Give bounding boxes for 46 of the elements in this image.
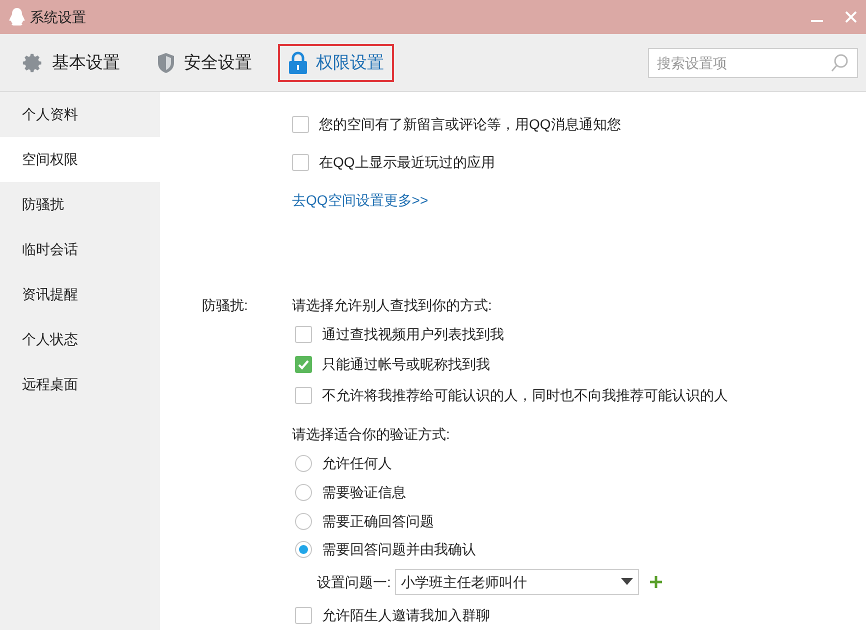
option-label: 只能通过帐号或昵称找到我 bbox=[322, 355, 490, 374]
checkbox[interactable] bbox=[295, 326, 312, 343]
option-label: 需要回答问题并由我确认 bbox=[322, 540, 476, 560]
tab[interactable]: 权限设置 bbox=[278, 44, 394, 82]
question-label: 设置问题一: bbox=[317, 572, 391, 592]
sidebar-item[interactable]: 资讯提醒 bbox=[0, 272, 160, 317]
checkbox[interactable] bbox=[295, 356, 312, 374]
checkbox[interactable] bbox=[295, 606, 312, 624]
section-label: 防骚扰: bbox=[202, 296, 248, 316]
more-settings-link[interactable]: 去QQ空间设置更多>> bbox=[292, 190, 428, 211]
checkbox[interactable] bbox=[292, 116, 309, 134]
option-label: 不允许将我推荐给可能认识的人，同时也不向我推荐可能认识的人 bbox=[322, 386, 728, 406]
sidebar-item[interactable]: 防骚扰 bbox=[0, 182, 160, 227]
penguin-icon bbox=[8, 7, 26, 27]
option-label: 需要正确回答问题 bbox=[322, 512, 434, 531]
radio-button[interactable] bbox=[295, 541, 312, 558]
tab[interactable]: 基本设置 bbox=[12, 44, 130, 82]
checkbox[interactable] bbox=[292, 154, 309, 172]
sidebar-item[interactable]: 空间权限 bbox=[0, 137, 160, 182]
option-label: 需要验证信息 bbox=[322, 482, 406, 502]
caret-icon bbox=[620, 578, 633, 586]
checkbox[interactable] bbox=[295, 387, 312, 404]
close-icon[interactable] bbox=[844, 10, 858, 24]
option-label: 在QQ上显示最近玩过的应用 bbox=[319, 153, 495, 172]
section-heading: 请选择允许别人查找到你的方式: bbox=[292, 296, 492, 316]
section-heading: 请选择适合你的验证方式: bbox=[292, 425, 450, 444]
search-icon bbox=[830, 52, 850, 72]
option-label: 允许陌生人邀请我加入群聊 bbox=[322, 606, 490, 625]
radio-button[interactable] bbox=[295, 454, 312, 472]
lock-icon bbox=[288, 50, 308, 74]
option-label: 您的空间有了新留言或评论等，用QQ消息通知您 bbox=[319, 115, 621, 134]
add-icon[interactable] bbox=[648, 575, 663, 590]
gear-icon bbox=[22, 52, 44, 74]
option-label: 允许任何人 bbox=[322, 454, 392, 473]
question-dropdown[interactable]: 小学班主任老师叫什 bbox=[394, 569, 639, 596]
window-title: 系统设置 bbox=[30, 8, 86, 26]
sidebar-item[interactable]: 个人状态 bbox=[0, 317, 160, 362]
option-label: 通过查找视频用户列表找到我 bbox=[322, 324, 504, 344]
radio-button[interactable] bbox=[295, 484, 312, 501]
radio-button[interactable] bbox=[295, 512, 312, 530]
sidebar-item[interactable]: 个人资料 bbox=[0, 92, 160, 137]
sidebar-item[interactable]: 远程桌面 bbox=[0, 362, 160, 407]
shield-icon bbox=[156, 52, 176, 74]
search-field[interactable]: 搜索设置项 bbox=[648, 48, 858, 78]
sidebar-item[interactable]: 临时会话 bbox=[0, 227, 160, 272]
tab[interactable]: 安全设置 bbox=[146, 44, 262, 82]
